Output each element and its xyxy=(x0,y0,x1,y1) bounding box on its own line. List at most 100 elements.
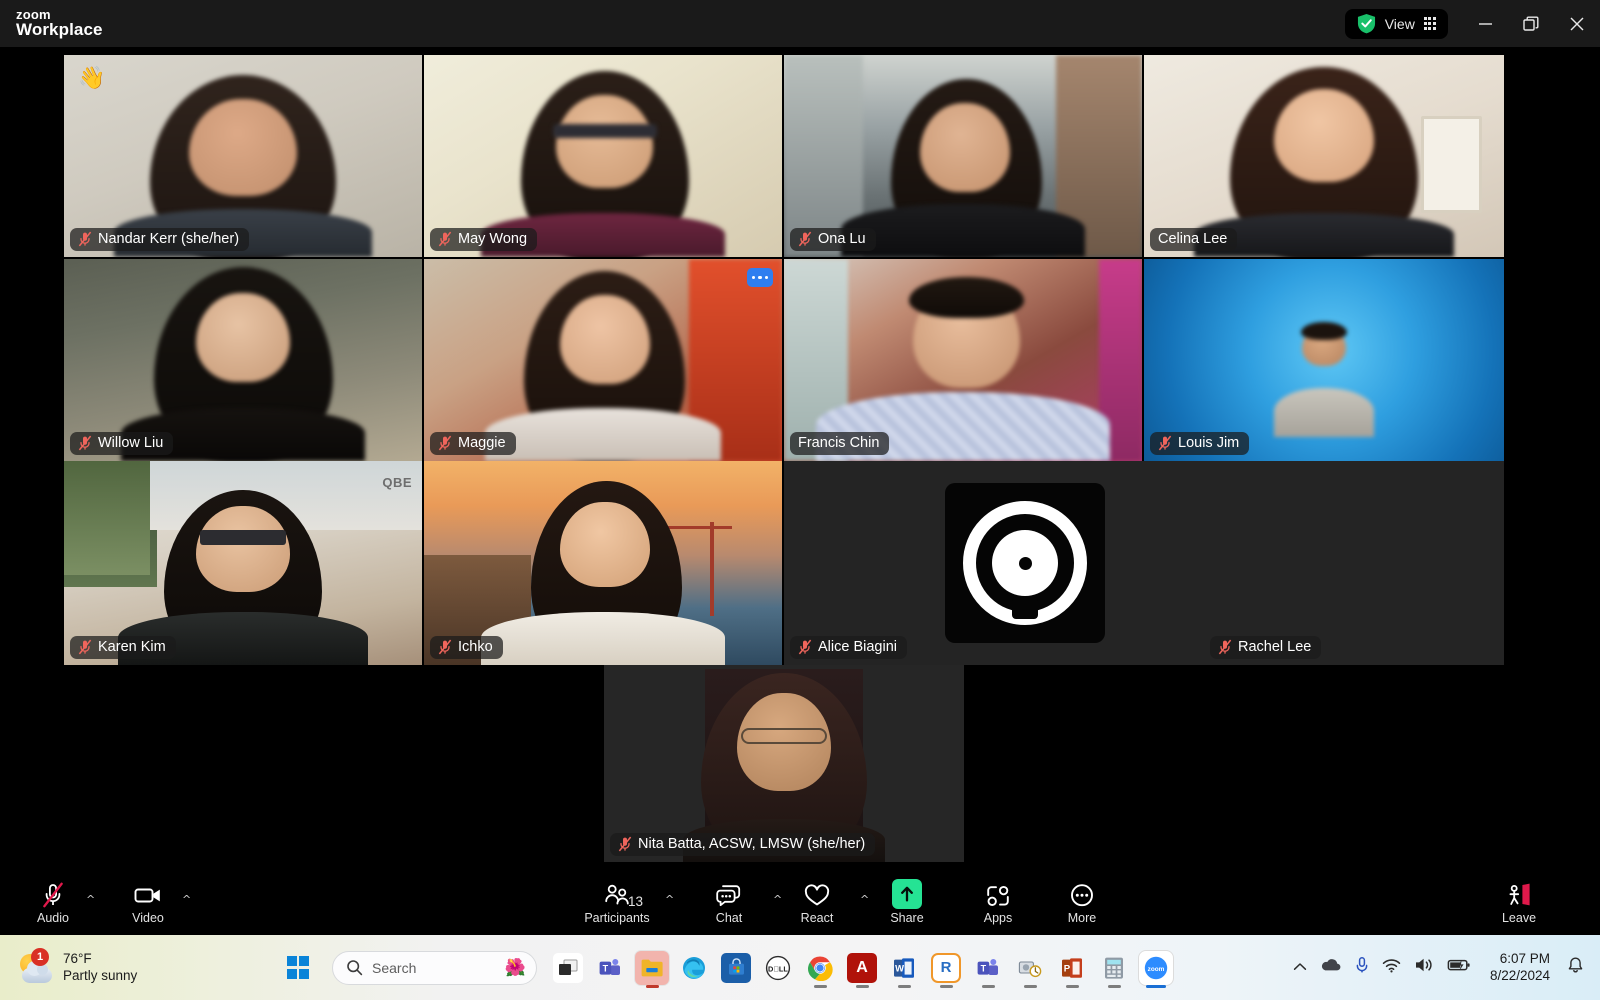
taskbar-app-microsoft-store[interactable] xyxy=(715,944,757,992)
start-button[interactable] xyxy=(278,946,318,990)
participant-tile-maggie[interactable]: Maggie xyxy=(424,259,782,461)
participant-nameplate: May Wong xyxy=(430,228,538,251)
video-options-caret[interactable]: ^ xyxy=(182,894,191,905)
raise-hand-emoji: 👋 xyxy=(78,65,106,90)
calculator-icon xyxy=(1105,957,1123,979)
participant-tile-nandar-kerr[interactable]: 👋 Nandar Kerr (she/her) xyxy=(64,55,422,257)
taskbar-app-dell[interactable]: D⃠LL xyxy=(757,944,799,992)
taskbar-app-microsoft-edge[interactable] xyxy=(673,944,715,992)
participant-tile-rachel-lee[interactable]: Rachel Lee Rachel Lee xyxy=(1144,461,1504,665)
audio-label: Audio xyxy=(37,910,69,925)
chrome-icon xyxy=(808,956,833,981)
participant-nameplate: Celina Lee xyxy=(1150,228,1238,251)
microphone-button[interactable] xyxy=(1355,956,1369,979)
minimize-button[interactable] xyxy=(1462,0,1508,47)
teams-icon: T xyxy=(977,958,998,975)
participant-tile-louis-jim[interactable]: Louis Jim xyxy=(1144,259,1504,461)
microphone-muted-icon xyxy=(78,435,92,451)
task-view-icon xyxy=(559,959,578,975)
taskbar-app-microsoft-word[interactable]: W xyxy=(883,944,925,992)
view-button[interactable]: View xyxy=(1344,8,1448,39)
participant-tile-ona-lu[interactable]: Ona Lu xyxy=(784,55,1142,257)
show-hidden-icons-button[interactable] xyxy=(1293,959,1307,977)
taskbar-app-snipping-tool[interactable] xyxy=(1009,944,1051,992)
audio-options-caret[interactable]: ^ xyxy=(86,894,95,905)
share-button[interactable]: Share xyxy=(878,870,936,935)
react-options-caret[interactable]: ^ xyxy=(860,894,869,905)
taskbar-app-zoom[interactable]: zoom xyxy=(1135,944,1177,992)
notifications-button[interactable] xyxy=(1567,956,1584,979)
leave-button[interactable]: Leave xyxy=(1490,870,1548,935)
apps-button[interactable]: Apps xyxy=(969,870,1027,935)
close-icon xyxy=(1570,17,1584,30)
participant-nameplate: Francis Chin xyxy=(790,432,890,455)
microphone-muted-icon xyxy=(798,639,812,655)
more-dots-icon xyxy=(1068,881,1096,909)
leave-label: Leave xyxy=(1501,910,1537,925)
participant-nameplate: Louis Jim xyxy=(1150,432,1250,455)
participant-name: Nandar Kerr (she/her) xyxy=(98,231,240,247)
participant-tile-may-wong[interactable]: May Wong xyxy=(424,55,782,257)
video-label: Video xyxy=(132,910,164,925)
more-button[interactable]: More xyxy=(1053,870,1111,935)
react-button[interactable]: React xyxy=(788,870,846,935)
bell-icon xyxy=(1568,957,1583,973)
participant-more-options-button[interactable] xyxy=(747,268,773,287)
taskbar-app-microsoft-teams[interactable]: T xyxy=(589,944,631,992)
microphone-muted-icon xyxy=(1218,639,1232,655)
participant-tile-karen-kim[interactable]: QBE Karen Kim xyxy=(64,461,422,665)
search-input[interactable]: Search 🌺 xyxy=(332,950,537,985)
participants-button[interactable]: Participants xyxy=(578,870,656,935)
taskbar-app-file-explorer[interactable] xyxy=(631,944,673,992)
search-placeholder: Search xyxy=(372,959,417,976)
chat-button[interactable]: Chat xyxy=(700,870,758,935)
microphone-muted-icon xyxy=(438,231,452,247)
svg-text:W: W xyxy=(895,962,904,973)
taskbar-clock[interactable]: 6:07 PM 8/22/2024 xyxy=(1490,951,1550,985)
chat-options-caret[interactable]: ^ xyxy=(773,894,782,905)
share-screen-icon xyxy=(892,878,922,909)
taskbar-app-adobe-acrobat[interactable]: A xyxy=(841,944,883,992)
participant-tile-celina-lee[interactable]: Celina Lee xyxy=(1144,55,1504,257)
qbe-watermark: QBE xyxy=(382,475,412,490)
participant-name: Willow Liu xyxy=(98,435,164,451)
dell-icon: D⃠LL xyxy=(765,955,791,980)
taskbar-app-rstudio[interactable]: R xyxy=(925,944,967,992)
participant-nameplate: Nandar Kerr (she/her) xyxy=(70,228,250,251)
participant-tile-group-alice-rachel: Alice Biagini Rachel Lee Rachel Lee xyxy=(784,461,1504,665)
taskbar-app-calculator[interactable] xyxy=(1093,944,1135,992)
wifi-button[interactable] xyxy=(1382,958,1401,978)
taskbar-app-powerpoint[interactable]: P xyxy=(1051,944,1093,992)
weather-widget[interactable]: 1 76°F Partly sunny xyxy=(18,947,138,985)
microphone-muted-icon xyxy=(618,836,632,852)
windows-taskbar: 1 76°F Partly sunny Search 🌺 T D⃠LL A W … xyxy=(0,935,1600,1000)
grid-icon xyxy=(1423,17,1436,30)
participant-nameplate: Nita Batta, ACSW, LMSW (she/her) xyxy=(610,833,876,856)
battery-button[interactable] xyxy=(1447,958,1471,977)
microphone-muted-icon xyxy=(78,231,92,247)
microphone-muted-icon xyxy=(1158,435,1172,451)
participants-options-caret[interactable]: ^ xyxy=(665,894,674,905)
search-icon xyxy=(347,960,363,976)
volume-button[interactable] xyxy=(1414,957,1434,978)
participant-tile-francis-chin[interactable]: Francis Chin xyxy=(784,259,1142,461)
participant-tile-nita-batta[interactable]: Nita Batta, ACSW, LMSW (she/her) xyxy=(604,665,964,862)
microphone-muted-icon xyxy=(798,231,812,247)
weather-condition: Partly sunny xyxy=(63,967,138,983)
participant-name: Maggie xyxy=(458,435,506,451)
participants-label: Participants xyxy=(584,910,650,925)
restore-button[interactable] xyxy=(1508,0,1554,47)
participant-tile-alice-biagini[interactable]: Alice Biagini xyxy=(784,461,1144,665)
taskbar-app-google-chrome[interactable] xyxy=(799,944,841,992)
title-bar-controls: View xyxy=(1344,0,1600,47)
taskbar-app-task-view[interactable] xyxy=(547,944,589,992)
cloud-icon xyxy=(1321,959,1341,971)
participant-name: Ichko xyxy=(458,639,493,655)
close-button[interactable] xyxy=(1554,0,1600,47)
taskbar-app-teams-work[interactable]: T xyxy=(967,944,1009,992)
onedrive-button[interactable] xyxy=(1320,957,1342,978)
participant-tile-willow-liu[interactable]: Willow Liu xyxy=(64,259,422,461)
audio-button[interactable]: Audio xyxy=(24,870,82,935)
video-button[interactable]: Video xyxy=(120,870,176,935)
participant-tile-ichko[interactable]: Ichko xyxy=(424,461,782,665)
